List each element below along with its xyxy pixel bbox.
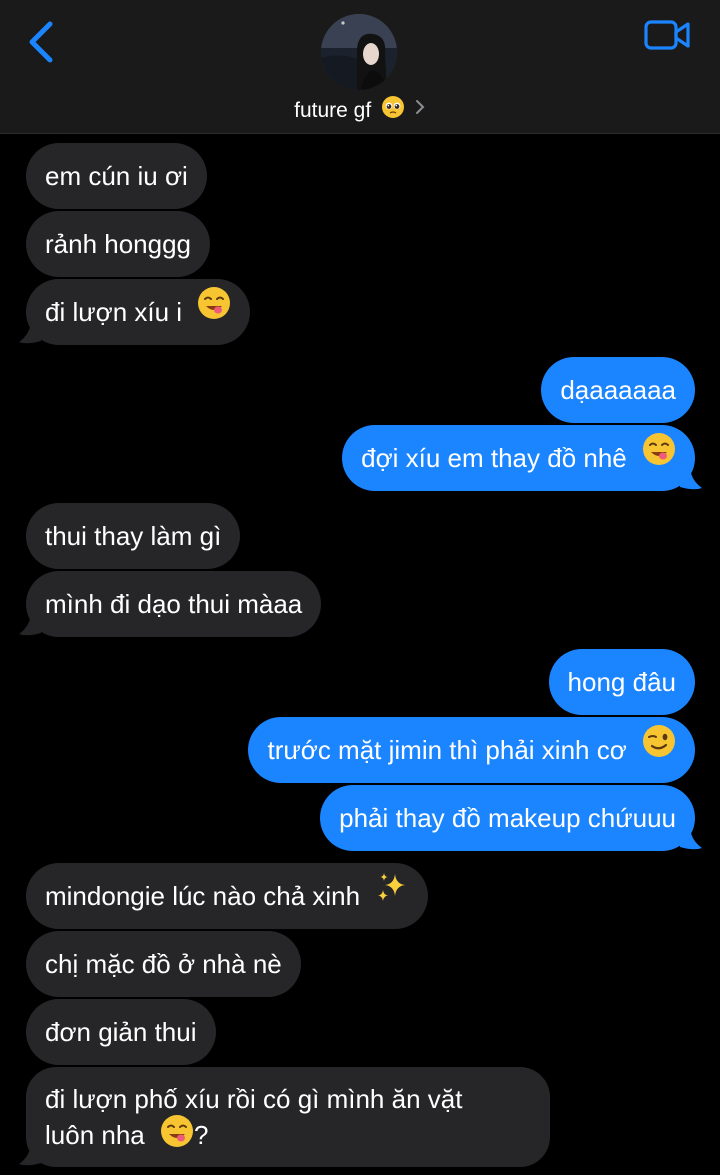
message-text: em cún iu ơi (45, 161, 188, 191)
yum-face-emoji-icon (197, 278, 231, 344)
chevron-left-icon (29, 21, 53, 63)
incoming-message-bubble[interactable]: em cún iu ơi (26, 143, 207, 209)
yum-face-emoji-icon (642, 424, 676, 490)
avatar-photo (321, 14, 397, 90)
message-thread[interactable]: em cún iu ơi rảnh honggg đi lượn xíu i d… (0, 134, 720, 1175)
message-text: đơn giản thui (45, 1017, 197, 1047)
outgoing-message-bubble[interactable]: trước mặt jimin thì phải xinh cơ (248, 717, 695, 783)
incoming-message-bubble[interactable]: mình đi dạo thui màaa (26, 571, 322, 637)
video-camera-icon (644, 20, 690, 50)
message-text: mình đi dạo thui màaa (45, 589, 303, 619)
bubble-tail (680, 829, 702, 850)
contact-name-button[interactable]: future gf (0, 95, 720, 125)
outgoing-message-bubble[interactable]: hong đâu (548, 649, 695, 715)
outgoing-message-bubble[interactable]: đợi xíu em thay đồ nhê (342, 425, 695, 491)
incoming-message-bubble[interactable]: thui thay làm gì (26, 503, 241, 569)
message-text: chị mặc đồ ở nhà nè (45, 949, 282, 979)
sparkles-emoji-icon (375, 862, 409, 928)
back-button[interactable] (22, 18, 62, 66)
message-text-suffix: ? (194, 1120, 209, 1150)
message-text-line: đi lượn phố xíu rồi có gì mình ăn vặt (45, 1084, 463, 1114)
conversation-header: future gf (0, 0, 720, 134)
bubble-tail (680, 469, 702, 490)
message-text: đi lượn xíu i (45, 297, 183, 327)
bubble-tail (19, 1145, 41, 1166)
message-text: trước mặt jimin thì phải xinh cơ (267, 735, 627, 765)
outgoing-message-bubble[interactable]: dạaaaaaa (541, 357, 695, 423)
incoming-message-bubble[interactable]: đi lượn phố xíu rồi có gì mình ăn vặt lu… (26, 1067, 550, 1167)
winking-face-emoji-icon (642, 716, 676, 782)
video-call-button[interactable] (640, 16, 696, 56)
message-text: dạaaaaaa (560, 375, 676, 405)
message-text: thui thay làm gì (45, 521, 222, 551)
pleading-face-emoji-icon (381, 95, 405, 125)
incoming-message-bubble[interactable]: đi lượn xíu i (26, 278, 251, 345)
message-text: hong đâu (567, 667, 676, 697)
incoming-message-bubble[interactable]: đơn giản thui (26, 999, 216, 1065)
bubble-tail (19, 323, 41, 344)
contact-avatar[interactable] (321, 14, 397, 90)
message-text: luôn nha (45, 1120, 145, 1150)
outgoing-message-bubble[interactable]: phải thay đồ makeup chứuuu (320, 785, 695, 851)
message-text: phải thay đồ makeup chứuuu (339, 803, 676, 833)
message-text: mindongie lúc nào chả xinh (45, 881, 361, 911)
incoming-message-bubble[interactable]: mindongie lúc nào chả xinh (26, 862, 429, 929)
message-text: rảnh honggg (45, 229, 192, 259)
message-text-line: luôn nha ? (45, 1114, 531, 1157)
bubble-tail (19, 615, 41, 636)
incoming-message-bubble[interactable]: rảnh honggg (26, 211, 211, 277)
chevron-right-icon (414, 98, 426, 122)
contact-name: future gf (294, 99, 372, 123)
incoming-message-bubble[interactable]: chị mặc đồ ở nhà nè (26, 931, 301, 997)
message-text: đợi xíu em thay đồ nhê (361, 443, 627, 473)
yum-face-emoji-icon (160, 1114, 194, 1157)
